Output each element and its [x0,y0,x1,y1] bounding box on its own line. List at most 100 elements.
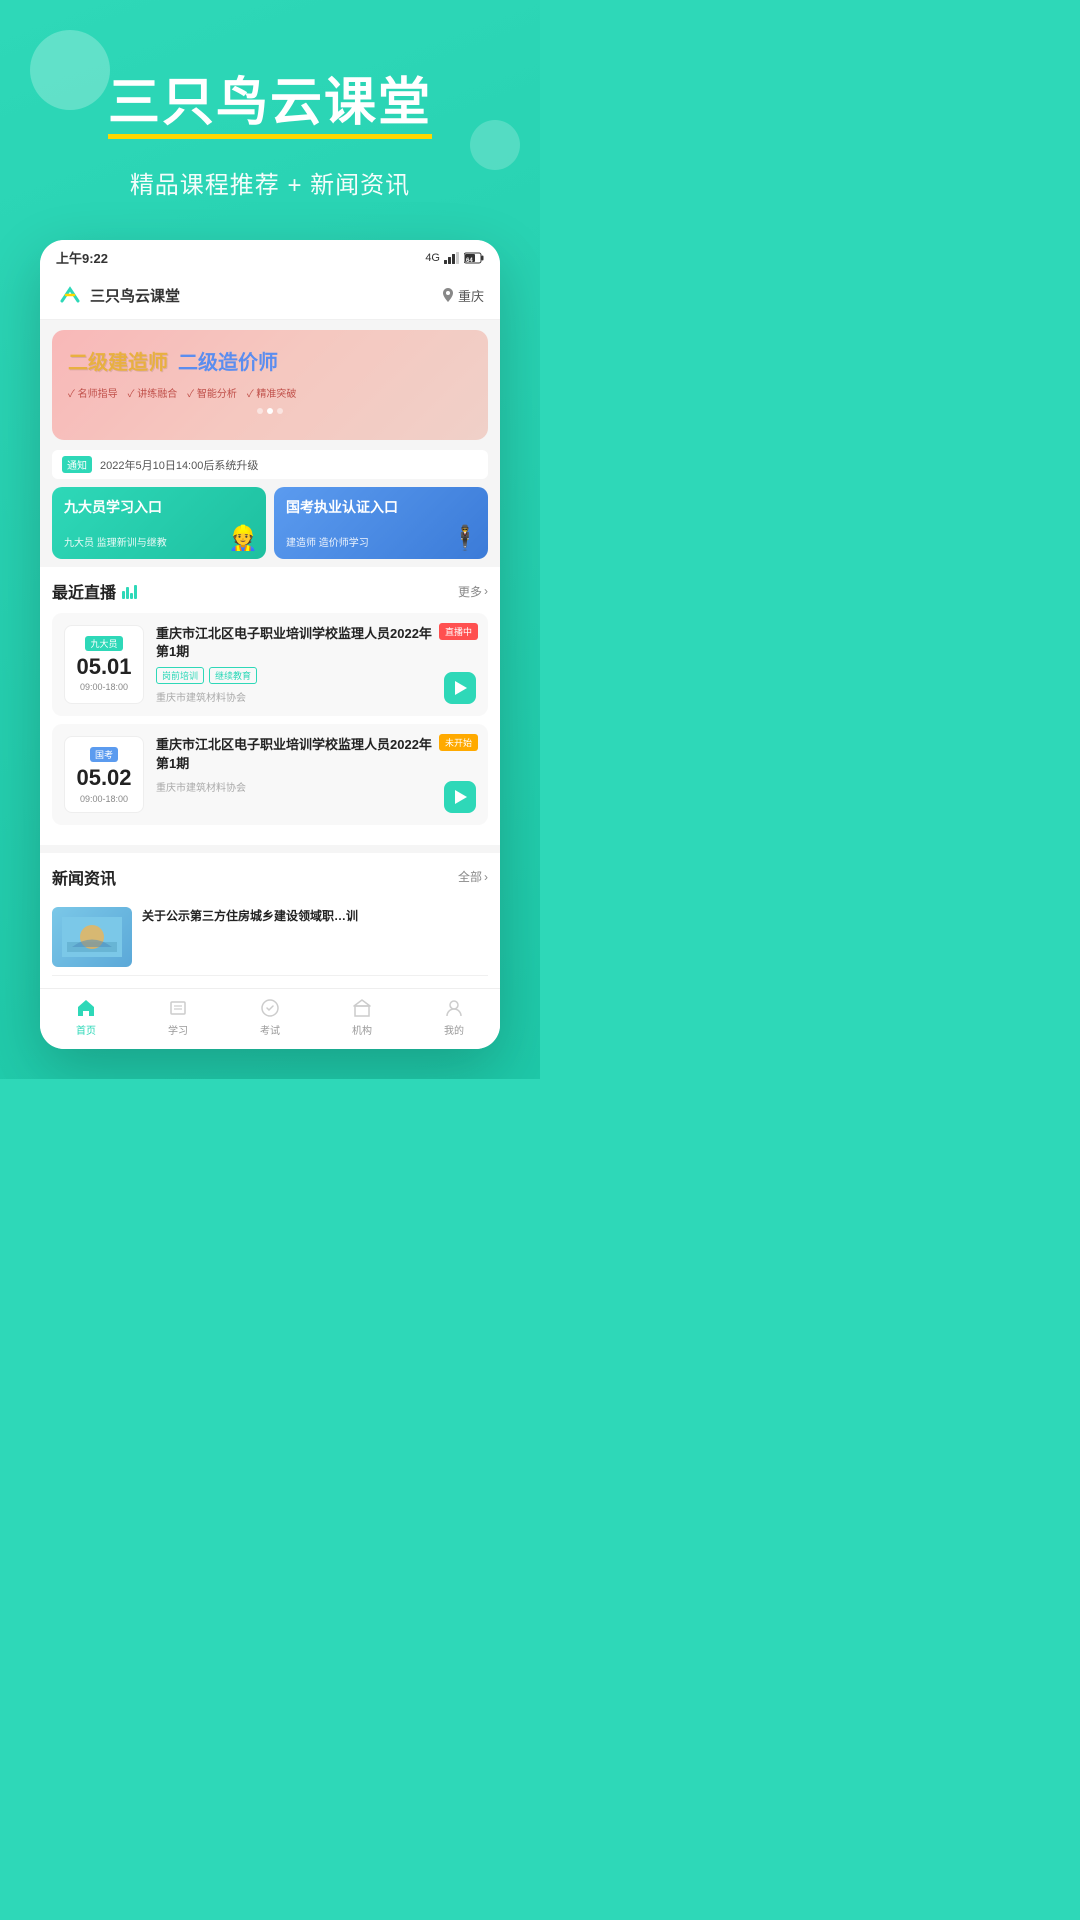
status-time: 上午9:22 [56,248,108,267]
banner-feature-4: ✓ 精准突破 [247,385,297,400]
entry-btn-left-title: 九大员学习入口 [64,497,254,517]
entry-btn-right-subtitle: 建造师 造价师学习 [286,534,476,549]
news-content-1: 关于公示第三方住房城乡建设领域职…训 [142,907,488,967]
live-time-2: 09:00-18:00 [69,794,139,804]
live-more-button[interactable]: 更多 › [458,583,488,600]
live-org-1: 重庆市建筑材料协会 [156,689,476,704]
status-bar: 上午9:22 4G 64 [40,240,500,273]
mine-icon [443,997,465,1019]
news-section-title: 新闻资讯 [52,865,116,889]
hero-title-text: 三只鸟云课堂 [108,74,432,139]
logo-icon [56,281,84,309]
live-title-text: 最近直播 [52,579,116,603]
news-more-label: 全部 [458,868,482,885]
nav-item-mine[interactable]: 我的 [408,997,500,1037]
news-thumb-image [62,917,122,957]
live-title-2: 重庆市江北区电子职业培训学校监理人员2022年第1期 [156,736,476,772]
signal-text: 4G [425,252,440,264]
live-date-1: 05.01 [69,655,139,679]
notice-tag: 通知 [62,456,92,473]
live-date-box-1: 九大员 05.01 09:00-18:00 [64,625,144,704]
battery-icon: 64 [464,252,484,264]
banner-feature-1: ✓ 名师指导 [68,385,118,400]
live-more-label: 更多 [458,583,482,600]
exam-icon [259,997,281,1019]
live-section-title: 最近直播 [52,579,137,603]
news-title-1: 关于公示第三方住房城乡建设领域职…训 [142,907,488,925]
live-time-1: 09:00-18:00 [69,682,139,692]
nav-item-institution[interactable]: 机构 [316,997,408,1037]
app-header: 三只鸟云课堂 重庆 [40,273,500,320]
news-title-text: 新闻资讯 [52,865,116,889]
banner-title-2: 二级造价师 [178,346,278,375]
status-icons: 4G 64 [425,252,484,264]
live-card-2[interactable]: 未开始 国考 05.02 09:00-18:00 重庆市江北区电子职业培训学校监… [52,724,488,824]
nav-item-home[interactable]: 首页 [40,997,132,1037]
nav-label-home: 首页 [76,1022,96,1037]
institution-icon [351,997,373,1019]
hero-section: 三只鸟云课堂 精品课程推荐 + 新闻资讯 上午9:22 4G 64 [0,0,540,1079]
nav-label-exam: 考试 [260,1022,280,1037]
dot-3 [277,408,283,414]
hero-title: 三只鸟云课堂 [30,60,510,135]
svg-text:64: 64 [466,258,473,264]
entry-button-right[interactable]: 国考执业认证入口 建造师 造价师学习 🕴 [274,487,488,559]
live-tag-1a: 岗前培训 [156,667,204,684]
nav-label-study: 学习 [168,1022,188,1037]
live-info-2: 重庆市江北区电子职业培训学校监理人员2022年第1期 重庆市建筑材料协会 [156,736,476,812]
phone-mockup: 上午9:22 4G 64 [40,240,500,1049]
news-more-chevron: › [484,870,488,884]
live-info-1: 重庆市江北区电子职业培训学校监理人员2022年第1期 岗前培训 继续教育 重庆市… [156,625,476,704]
banner-feature-2: ✓ 讲练融合 [128,385,178,400]
notice-text: 2022年5月10日14:00后系统升级 [100,457,258,473]
study-icon [167,997,189,1019]
live-date-2: 05.02 [69,766,139,790]
signal-icon [444,252,460,264]
live-section: 最近直播 更多 › 直播中 九大员 05 [40,567,500,845]
news-card-1[interactable]: 关于公示第三方住房城乡建设领域职…训 [52,899,488,976]
live-badge-1: 直播中 [439,623,478,640]
location-icon [442,288,454,302]
dot-2 [267,408,273,414]
live-tags-1: 岗前培训 继续教育 [156,667,476,684]
live-type-tag-2: 国考 [90,747,118,762]
banner-feature-3: ✓ 智能分析 [187,385,237,400]
banner-features: ✓ 名师指导 ✓ 讲练融合 ✓ 智能分析 ✓ 精准突破 [68,385,472,400]
banner-dots [68,408,472,414]
live-chart-icon [122,583,137,599]
nav-item-study[interactable]: 学习 [132,997,224,1037]
entry-buttons: 九大员学习入口 九大员 监理新训与继教 👷 国考执业认证入口 建造师 造价师学习… [52,487,488,559]
banner-title-1: 二级建造师 [68,346,168,375]
entry-btn-right-title: 国考执业认证入口 [286,497,476,517]
live-play-btn-1[interactable] [444,672,476,704]
home-icon [75,997,97,1019]
location-text: 重庆 [458,286,484,305]
news-more-button[interactable]: 全部 › [458,868,488,885]
live-play-btn-2[interactable] [444,781,476,813]
play-triangle-1 [455,681,467,695]
live-type-tag-1: 九大员 [85,636,122,651]
live-section-header: 最近直播 更多 › [52,579,488,603]
play-triangle-2 [455,790,467,804]
entry-button-left[interactable]: 九大员学习入口 九大员 监理新训与继教 👷 [52,487,266,559]
live-more-chevron: › [484,584,488,598]
nav-item-exam[interactable]: 考试 [224,997,316,1037]
app-logo: 三只鸟云课堂 [56,281,180,309]
location-display[interactable]: 重庆 [442,286,484,305]
live-card-1[interactable]: 直播中 九大员 05.01 09:00-18:00 重庆市江北区电子职业培训学校… [52,613,488,716]
live-title-1: 重庆市江北区电子职业培训学校监理人员2022年第1期 [156,625,476,661]
entry-btn-left-subtitle: 九大员 监理新训与继教 [64,534,254,549]
live-org-2: 重庆市建筑材料协会 [156,779,476,794]
live-date-box-2: 国考 05.02 09:00-18:00 [64,736,144,812]
news-section-header: 新闻资讯 全部 › [52,865,488,889]
banner[interactable]: 二级建造师 二级造价师 ✓ 名师指导 ✓ 讲练融合 ✓ 智能分析 ✓ 精准突破 [52,330,488,440]
entry-btn-right-figure: 🕴 [450,524,480,553]
notice-bar: 通知 2022年5月10日14:00后系统升级 [52,450,488,479]
dot-1 [257,408,263,414]
bottom-nav: 首页 学习 考试 [40,988,500,1049]
banner-titles: 二级建造师 二级造价师 [68,346,472,375]
live-tag-1b: 继续教育 [209,667,257,684]
nav-label-mine: 我的 [444,1022,464,1037]
entry-btn-left-figure: 👷 [228,524,258,553]
news-thumb-1 [52,907,132,967]
